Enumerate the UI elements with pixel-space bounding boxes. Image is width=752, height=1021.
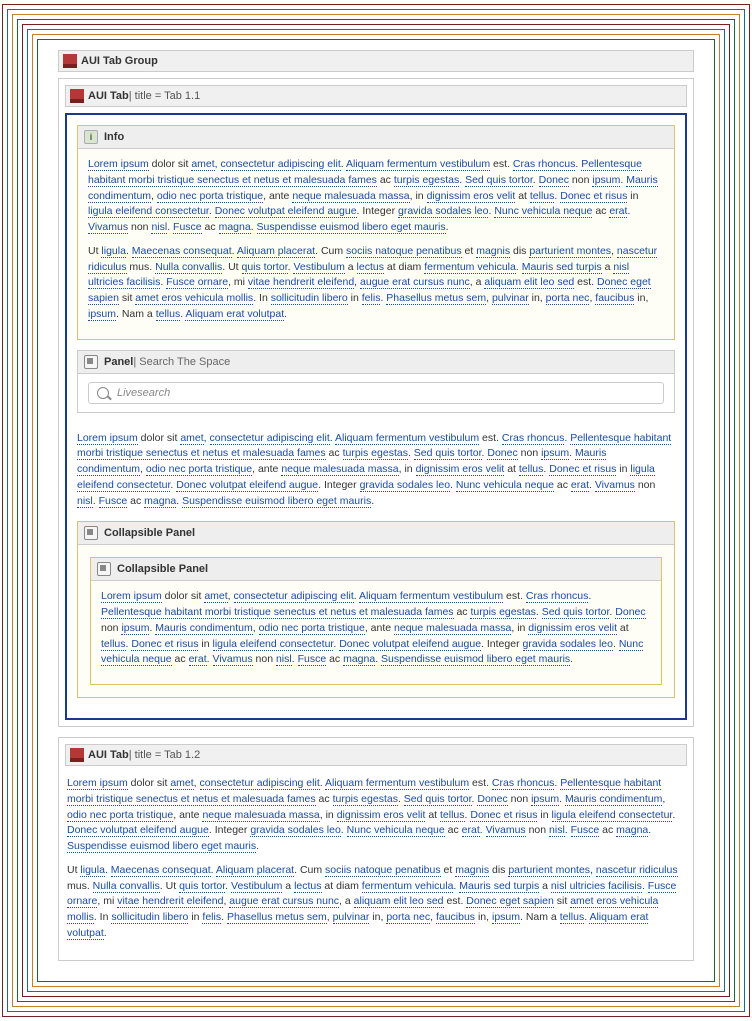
tab-group-icon [63, 54, 77, 68]
mid-text-block: Lorem ipsum dolor sit amet, consectetur … [77, 423, 675, 522]
tab-1-2-container: AUI Tab | title = Tab 1.2 Lorem ipsum do… [58, 737, 694, 961]
livesearch-input[interactable]: Livesearch [88, 382, 664, 404]
tab-1-1-header[interactable]: AUI Tab | title = Tab 1.1 [65, 85, 687, 107]
tab-label-title: | title = Tab 1.1 [129, 90, 200, 102]
tab-1-2-header[interactable]: AUI Tab | title = Tab 1.2 [65, 744, 687, 766]
collapsible-inner-header[interactable]: Collapsible Panel [91, 558, 661, 581]
collapsible-inner-panel: Collapsible Panel Lorem ipsum dolor sit … [90, 557, 662, 685]
tab2-para-1: Lorem ipsum dolor sit amet, consectetur … [67, 776, 685, 855]
info-panel: i Info Lorem ipsum dolor sit amet, conse… [77, 125, 675, 340]
content-area: AUI Tab Group AUI Tab | title = Tab 1.1 … [42, 44, 710, 977]
panel-icon [84, 355, 98, 369]
collapsible-panel-title: Collapsible Panel [104, 527, 195, 539]
info-para-2: Ut ligula. Maecenas consequat. Aliquam p… [88, 244, 664, 323]
collapsible-para: Lorem ipsum dolor sit amet, consectetur … [101, 589, 651, 668]
tab-icon [70, 748, 84, 762]
info-para-1: Lorem ipsum dolor sit amet, consectetur … [88, 157, 664, 236]
info-panel-header: i Info [78, 126, 674, 149]
info-icon: i [84, 130, 98, 144]
collapsible-panel-header[interactable]: Collapsible Panel [78, 522, 674, 545]
search-panel-title-bold: Panel [104, 356, 133, 368]
tab-group-header: AUI Tab Group [58, 50, 694, 72]
info-panel-body: Lorem ipsum dolor sit amet, consectetur … [78, 149, 674, 339]
tab-1-1-container: AUI Tab | title = Tab 1.1 i Info Lorem i… [58, 78, 694, 727]
tab-icon [70, 89, 84, 103]
collapse-inner-icon [97, 562, 111, 576]
collapsible-inner-body: Lorem ipsum dolor sit amet, consectetur … [91, 581, 661, 684]
tab-group-title: AUI Tab Group [81, 55, 158, 67]
tab-1-1-body: i Info Lorem ipsum dolor sit amet, conse… [65, 113, 687, 720]
tab-label-prefix-2: AUI Tab [88, 749, 129, 761]
collapsible-inner-title: Collapsible Panel [117, 563, 208, 575]
search-panel-header: Panel | Search The Space [78, 351, 674, 374]
livesearch-placeholder: Livesearch [117, 387, 170, 399]
search-panel-title-thin: | Search The Space [133, 356, 230, 368]
collapse-icon [84, 526, 98, 540]
tab-label-title-2: | title = Tab 1.2 [129, 749, 200, 761]
collapsible-panel-body: Collapsible Panel Lorem ipsum dolor sit … [78, 545, 674, 697]
search-icon [97, 387, 109, 399]
mid-para: Lorem ipsum dolor sit amet, consectetur … [77, 431, 675, 510]
info-panel-title: Info [104, 131, 124, 143]
search-panel-body: Livesearch [78, 374, 674, 412]
collapsible-panel: Collapsible Panel Collapsible Panel Lore… [77, 521, 675, 698]
tab2-para-2: Ut ligula. Maecenas consequat. Aliquam p… [67, 863, 685, 942]
tab-label-prefix: AUI Tab [88, 90, 129, 102]
tab-1-2-body: Lorem ipsum dolor sit amet, consectetur … [65, 772, 687, 954]
search-panel: Panel | Search The Space Livesearch [77, 350, 675, 413]
